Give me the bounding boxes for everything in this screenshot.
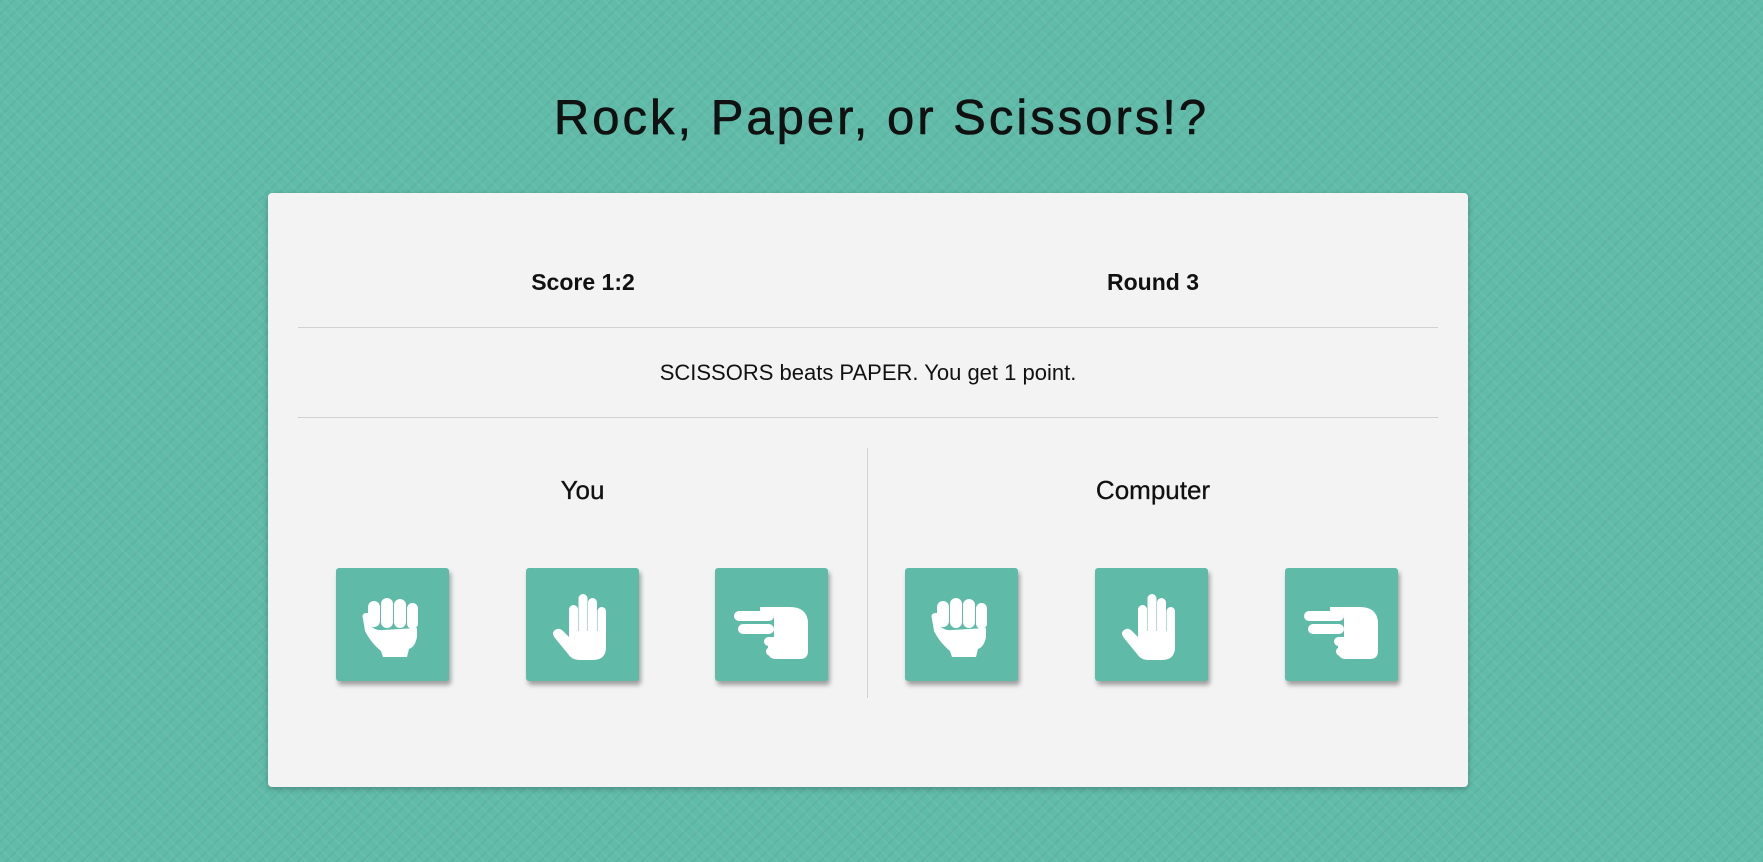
scissors-hand-icon: [733, 606, 808, 659]
computer-scissors-button[interactable]: [1285, 568, 1398, 681]
you-rock-button[interactable]: [336, 568, 449, 681]
paper-hand-icon: [1121, 593, 1175, 660]
you-scissors-button[interactable]: [715, 568, 828, 681]
you-paper-button[interactable]: [526, 568, 639, 681]
computer-paper-button[interactable]: [1095, 568, 1208, 681]
player-label: You: [560, 475, 605, 505]
computer-label: Computer: [1095, 475, 1211, 505]
scissors-hand-icon: [1303, 606, 1378, 659]
result-message: SCISSORS beats PAPER. You get 1 point.: [298, 328, 1438, 418]
round-display: Round 3: [1107, 269, 1199, 295]
score-display: Score 1:2: [531, 269, 635, 295]
game-card: Score 1:2 Round 3 SCISSORS beats PAPER. …: [268, 193, 1468, 787]
player-panel-computer: Computer: [868, 448, 1438, 698]
player-panel-you: You: [298, 448, 868, 698]
paper-hand-icon: [552, 593, 606, 660]
rock-hand-icon: [931, 597, 987, 657]
page-title: Rock, Paper, or Scissors!?: [553, 91, 1210, 146]
rock-hand-icon: [362, 597, 418, 657]
computer-rock-button[interactable]: [905, 568, 1018, 681]
stats-row: Score 1:2 Round 3: [298, 193, 1438, 328]
